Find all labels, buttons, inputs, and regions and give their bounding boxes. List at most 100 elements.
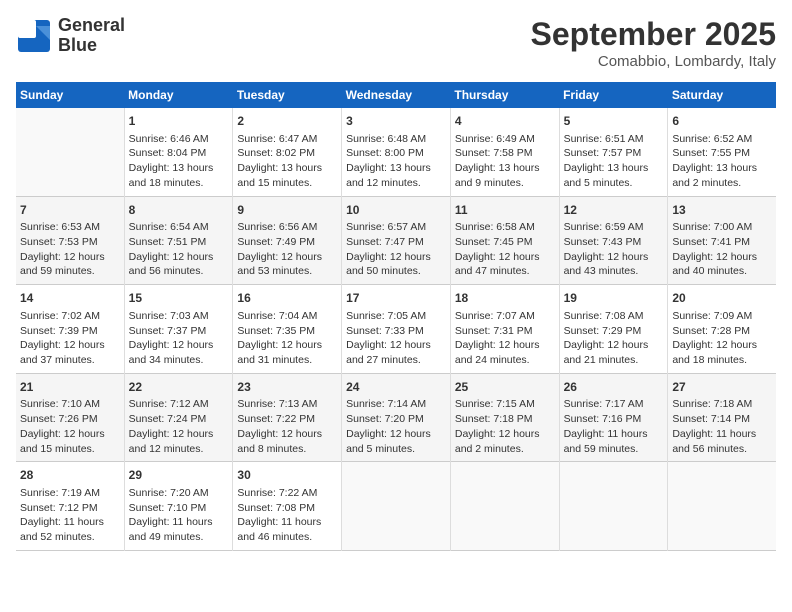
calendar-cell: 9Sunrise: 6:56 AM Sunset: 7:49 PM Daylig… — [233, 196, 342, 285]
calendar-cell: 4 Sunrise: 6:49 AM Sunset: 7:58 PM Daylig… — [450, 108, 559, 196]
week-row-2: 7Sunrise: 6:53 AM Sunset: 7:53 PM Daylig… — [16, 196, 776, 285]
cell-content: Sunrise: 6:53 AM Sunset: 7:53 PM Dayligh… — [20, 220, 120, 279]
day-number: 5 — [564, 113, 664, 130]
title-area: September 2025 Comabbio, Lombardy, Italy — [531, 16, 776, 70]
day-number: 25 — [455, 379, 555, 396]
header-sunday: Sunday — [16, 82, 124, 108]
day-number: 22 — [129, 379, 229, 396]
cell-content: Sunrise: 6:57 AM Sunset: 7:47 PM Dayligh… — [346, 220, 446, 279]
calendar-cell: 18 Sunrise: 7:07 AM Sunset: 7:31 PM Dayli… — [450, 285, 559, 374]
cell-content: Sunrise: 7:04 AM Sunset: 7:35 PM Dayligh… — [237, 309, 337, 368]
cell-content: Sunrise: 7:12 AM Sunset: 7:24 PM Dayligh… — [129, 397, 229, 456]
day-number: 1 — [129, 113, 229, 130]
calendar-cell: 20 Sunrise: 7:09 AM Sunset: 7:28 PM Dayli… — [668, 285, 776, 374]
week-row-3: 14Sunrise: 7:02 AM Sunset: 7:39 PM Dayli… — [16, 285, 776, 374]
calendar-cell: 1 Sunrise: 6:46 AM Sunset: 8:04 PM Daylig… — [124, 108, 233, 196]
cell-content: Sunrise: 7:10 AM Sunset: 7:26 PM Dayligh… — [20, 397, 120, 456]
logo: General Blue — [16, 16, 125, 56]
calendar-cell — [342, 462, 451, 551]
week-row-1: 1 Sunrise: 6:46 AM Sunset: 8:04 PM Daylig… — [16, 108, 776, 196]
day-number: 13 — [672, 202, 772, 219]
calendar-cell: 26Sunrise: 7:17 AM Sunset: 7:16 PM Dayli… — [559, 373, 668, 462]
calendar-header-row: SundayMondayTuesdayWednesdayThursdayFrid… — [16, 82, 776, 108]
day-number: 24 — [346, 379, 446, 396]
day-number: 19 — [564, 290, 664, 307]
cell-content: Sunrise: 7:20 AM Sunset: 7:10 PM Dayligh… — [129, 486, 229, 545]
day-number: 14 — [20, 290, 120, 307]
week-row-5: 28Sunrise: 7:19 AM Sunset: 7:12 PM Dayli… — [16, 462, 776, 551]
calendar-cell — [450, 462, 559, 551]
calendar-cell: 21Sunrise: 7:10 AM Sunset: 7:26 PM Dayli… — [16, 373, 124, 462]
day-number: 4 — [455, 113, 555, 130]
page-header: General Blue September 2025 Comabbio, Lo… — [16, 16, 776, 70]
day-number: 7 — [20, 202, 120, 219]
header-thursday: Thursday — [450, 82, 559, 108]
calendar-cell: 25Sunrise: 7:15 AM Sunset: 7:18 PM Dayli… — [450, 373, 559, 462]
location: Comabbio, Lombardy, Italy — [531, 53, 776, 70]
header-saturday: Saturday — [668, 82, 776, 108]
day-number: 28 — [20, 467, 120, 484]
cell-content: Sunrise: 6:56 AM Sunset: 7:49 PM Dayligh… — [237, 220, 337, 279]
day-number: 12 — [564, 202, 664, 219]
calendar-cell: 8Sunrise: 6:54 AM Sunset: 7:51 PM Daylig… — [124, 196, 233, 285]
cell-content: Sunrise: 7:15 AM Sunset: 7:18 PM Dayligh… — [455, 397, 555, 456]
calendar-cell — [16, 108, 124, 196]
header-friday: Friday — [559, 82, 668, 108]
cell-content: Sunrise: 6:47 AM Sunset: 8:02 PM Dayligh… — [237, 132, 337, 191]
calendar-cell — [668, 462, 776, 551]
calendar-cell: 2 Sunrise: 6:47 AM Sunset: 8:02 PM Daylig… — [233, 108, 342, 196]
cell-content: Sunrise: 6:49 AM Sunset: 7:58 PM Dayligh… — [455, 132, 555, 191]
day-number: 17 — [346, 290, 446, 307]
calendar-cell: 30 Sunrise: 7:22 AM Sunset: 7:08 PM Dayli… — [233, 462, 342, 551]
day-number: 18 — [455, 290, 555, 307]
header-wednesday: Wednesday — [342, 82, 451, 108]
cell-content: Sunrise: 7:14 AM Sunset: 7:20 PM Dayligh… — [346, 397, 446, 456]
calendar-cell: 3Sunrise: 6:48 AM Sunset: 8:00 PM Daylig… — [342, 108, 451, 196]
calendar-cell: 28Sunrise: 7:19 AM Sunset: 7:12 PM Dayli… — [16, 462, 124, 551]
calendar-table: SundayMondayTuesdayWednesdayThursdayFrid… — [16, 82, 776, 551]
day-number: 16 — [237, 290, 337, 307]
day-number: 11 — [455, 202, 555, 219]
cell-content: Sunrise: 7:13 AM Sunset: 7:22 PM Dayligh… — [237, 397, 337, 456]
cell-content: Sunrise: 7:07 AM Sunset: 7:31 PM Dayligh… — [455, 309, 555, 368]
cell-content: Sunrise: 7:03 AM Sunset: 7:37 PM Dayligh… — [129, 309, 229, 368]
day-number: 15 — [129, 290, 229, 307]
calendar-cell — [559, 462, 668, 551]
day-number: 27 — [672, 379, 772, 396]
cell-content: Sunrise: 7:08 AM Sunset: 7:29 PM Dayligh… — [564, 309, 664, 368]
cell-content: Sunrise: 7:09 AM Sunset: 7:28 PM Dayligh… — [672, 309, 772, 368]
cell-content: Sunrise: 6:48 AM Sunset: 8:00 PM Dayligh… — [346, 132, 446, 191]
calendar-cell: 6 Sunrise: 6:52 AM Sunset: 7:55 PM Daylig… — [668, 108, 776, 196]
week-row-4: 21Sunrise: 7:10 AM Sunset: 7:26 PM Dayli… — [16, 373, 776, 462]
day-number: 30 — [237, 467, 337, 484]
calendar-cell: 11Sunrise: 6:58 AM Sunset: 7:45 PM Dayli… — [450, 196, 559, 285]
cell-content: Sunrise: 7:22 AM Sunset: 7:08 PM Dayligh… — [237, 486, 337, 545]
day-number: 2 — [237, 113, 337, 130]
calendar-cell: 24Sunrise: 7:14 AM Sunset: 7:20 PM Dayli… — [342, 373, 451, 462]
logo-icon — [16, 18, 52, 54]
calendar-cell: 17 Sunrise: 7:05 AM Sunset: 7:33 PM Dayli… — [342, 285, 451, 374]
day-number: 6 — [672, 113, 772, 130]
cell-content: Sunrise: 7:05 AM Sunset: 7:33 PM Dayligh… — [346, 309, 446, 368]
calendar-cell: 10Sunrise: 6:57 AM Sunset: 7:47 PM Dayli… — [342, 196, 451, 285]
calendar-cell: 5 Sunrise: 6:51 AM Sunset: 7:57 PM Daylig… — [559, 108, 668, 196]
calendar-cell: 23Sunrise: 7:13 AM Sunset: 7:22 PM Dayli… — [233, 373, 342, 462]
header-monday: Monday — [124, 82, 233, 108]
calendar-cell: 15 Sunrise: 7:03 AM Sunset: 7:37 PM Dayli… — [124, 285, 233, 374]
calendar-cell: 27Sunrise: 7:18 AM Sunset: 7:14 PM Dayli… — [668, 373, 776, 462]
day-number: 29 — [129, 467, 229, 484]
calendar-cell: 13Sunrise: 7:00 AM Sunset: 7:41 PM Dayli… — [668, 196, 776, 285]
cell-content: Sunrise: 6:51 AM Sunset: 7:57 PM Dayligh… — [564, 132, 664, 191]
day-number: 20 — [672, 290, 772, 307]
calendar-cell: 14Sunrise: 7:02 AM Sunset: 7:39 PM Dayli… — [16, 285, 124, 374]
cell-content: Sunrise: 6:54 AM Sunset: 7:51 PM Dayligh… — [129, 220, 229, 279]
cell-content: Sunrise: 7:00 AM Sunset: 7:41 PM Dayligh… — [672, 220, 772, 279]
day-number: 10 — [346, 202, 446, 219]
logo-text-line2: Blue — [58, 36, 125, 56]
cell-content: Sunrise: 6:52 AM Sunset: 7:55 PM Dayligh… — [672, 132, 772, 191]
calendar-cell: 22Sunrise: 7:12 AM Sunset: 7:24 PM Dayli… — [124, 373, 233, 462]
cell-content: Sunrise: 6:46 AM Sunset: 8:04 PM Dayligh… — [129, 132, 229, 191]
day-number: 9 — [237, 202, 337, 219]
day-number: 21 — [20, 379, 120, 396]
day-number: 8 — [129, 202, 229, 219]
